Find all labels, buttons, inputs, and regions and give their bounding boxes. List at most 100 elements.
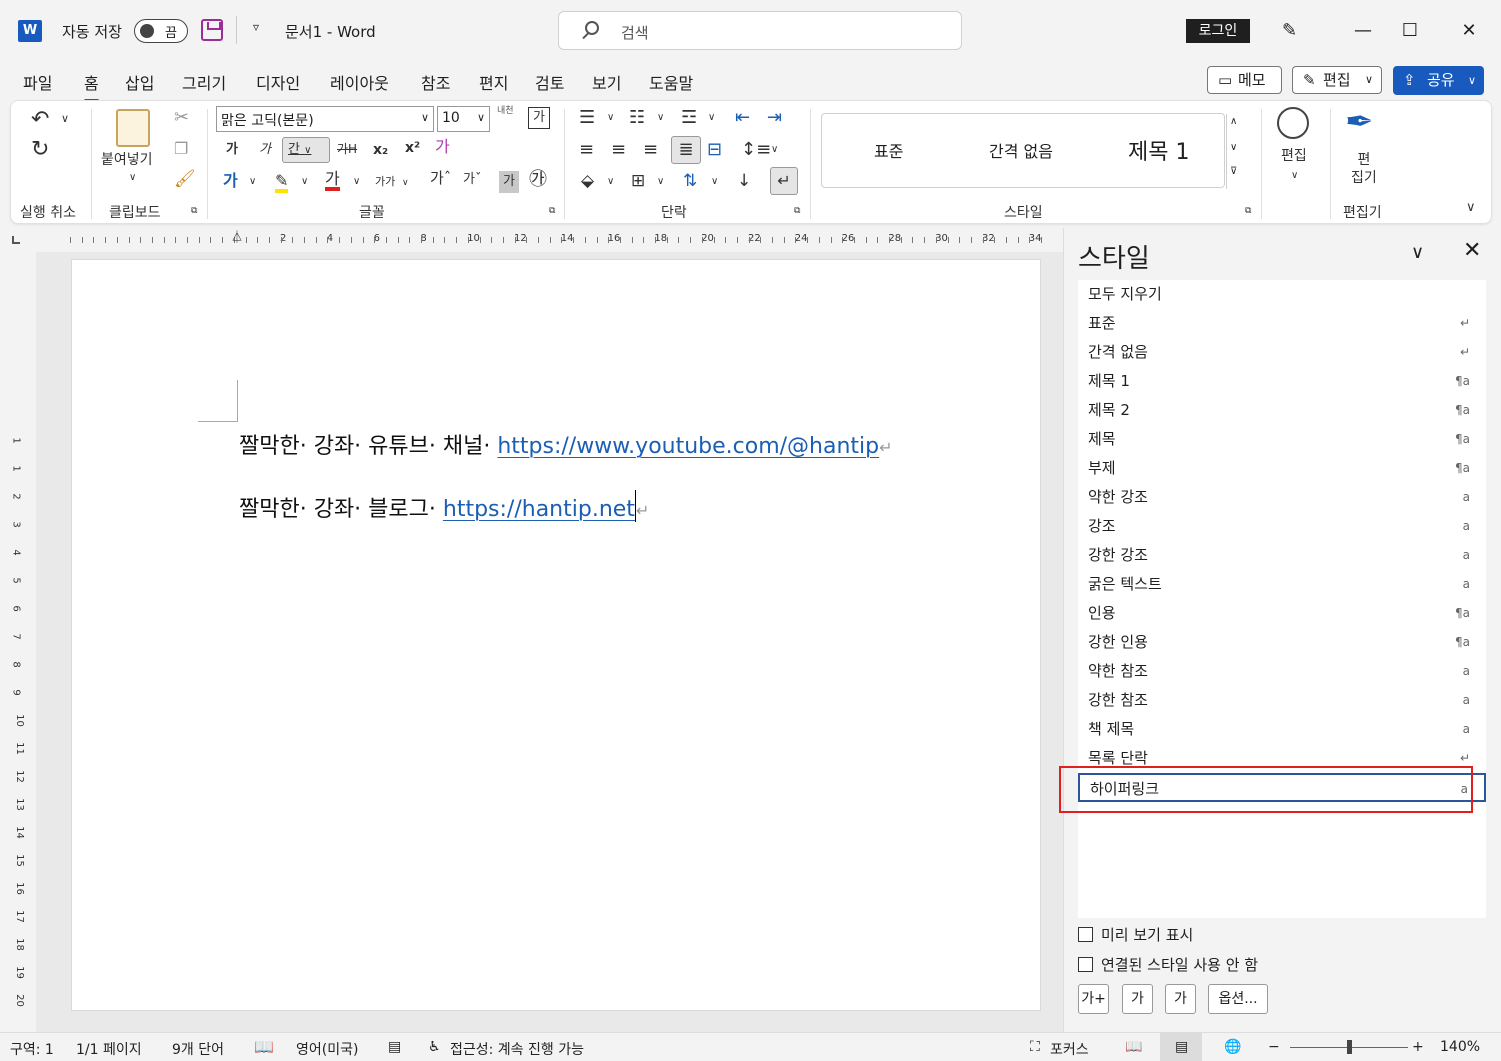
style-list-item[interactable]: 표준 ↵ [1078,309,1486,338]
close-icon[interactable]: ✕ [1463,238,1481,263]
show-marks-icon[interactable]: ↵ [770,167,798,195]
tab-references[interactable]: 참조 [421,70,450,94]
style-no-spacing[interactable]: 간격 없음 [989,138,1053,162]
find-icon[interactable] [1277,107,1309,139]
indent-marker-icon[interactable]: ⏃ [231,228,243,245]
increase-indent-icon[interactable]: ⇥ [767,109,782,127]
gallery-scroll[interactable]: ∧ ∨ ⊽ [1226,114,1244,189]
tab-layout[interactable]: 레이아웃 [330,70,389,94]
youtube-hyperlink[interactable]: https://www.youtube.com/@hantip [497,434,879,459]
tab-review[interactable]: 검토 [535,70,564,94]
manage-styles-button[interactable]: 가 [1165,984,1196,1014]
chevron-up-icon[interactable]: ∧ [1230,116,1237,127]
redo-icon[interactable]: ↻ [31,139,49,161]
style-list-item[interactable]: 강한 인용 ¶a [1078,628,1486,657]
grow-font-icon[interactable]: 가ˆ [430,171,451,186]
style-list-item[interactable]: 제목 ¶a [1078,425,1486,454]
paragraph-1[interactable]: 짤막한· 강좌· 유튜브· 채널· https://www.youtube.co… [239,428,893,460]
bold-icon[interactable]: 가 [226,143,238,156]
sort-icon[interactable]: ↓ [737,173,751,190]
maximize-button[interactable]: ☐ [1387,16,1433,46]
paragraph-2[interactable]: 짤막한· 강좌· 블로그· https://hantip.net↵ [239,490,649,523]
shrink-font-icon[interactable]: 가ˇ [463,173,481,186]
style-list-item[interactable]: 모두 지우기 [1078,280,1486,309]
disable-linked-styles-checkbox[interactable]: 연결된 스타일 사용 안 함 [1078,954,1258,975]
style-list-item[interactable]: 약한 참조 a [1078,657,1486,686]
chevron-down-icon[interactable]: ∨ [1411,242,1424,263]
accessibility-status[interactable]: 접근성: 계속 진행 가능 [450,1039,584,1059]
text-effects-icon[interactable]: 가 [223,173,238,189]
editor-label[interactable]: 편 집기 [1351,151,1377,187]
style-list-item[interactable]: 부제 ¶a [1078,454,1486,483]
tab-insert[interactable]: 삽입 [125,70,154,94]
login-button[interactable]: 로그인 [1186,19,1250,43]
chevron-down-icon[interactable]: ∨ [1291,171,1298,181]
justify-icon[interactable]: ≣ [671,136,701,164]
style-list-item[interactable]: 제목 2 ¶a [1078,396,1486,425]
style-normal[interactable]: 표준 [874,138,903,162]
align-center-icon[interactable]: ≡ [611,141,626,159]
save-icon[interactable] [201,19,223,41]
chevron-down-icon[interactable]: ∨ [301,177,308,187]
distributed-icon[interactable]: ⊟ [707,141,722,159]
strikethrough-icon[interactable]: 가H [337,143,357,155]
font-name-select[interactable]: 맑은 고딕(본문) ∨ [216,106,434,132]
phonetic-guide-icon[interactable]: 내천 [497,107,514,116]
style-list-item[interactable]: 간격 없음 ↵ [1078,338,1486,367]
enclose-chars-icon[interactable]: ㉮ [529,171,547,189]
align-left-icon[interactable]: ≡ [579,141,594,159]
blog-hyperlink[interactable]: https://hantip.net [443,497,635,522]
line-spacing-icon[interactable]: ↕≡ [741,141,771,159]
editor-icon[interactable]: ✒ [1345,105,1374,139]
new-style-button[interactable]: 가+ [1078,984,1109,1014]
cut-icon[interactable]: ✂ [174,109,189,127]
proofing-icon[interactable]: 📖 [254,1037,274,1056]
tab-view[interactable]: 보기 [592,70,621,94]
search-box[interactable]: 검색 [558,11,962,50]
italic-icon[interactable]: 가 [259,143,271,156]
options-button[interactable]: 옵션... [1208,984,1268,1014]
minimize-button[interactable]: — [1340,16,1386,46]
tab-file[interactable]: 파일 [23,70,52,94]
style-list-item[interactable]: 인용 ¶a [1078,599,1486,628]
dialog-launcher-icon[interactable]: ⧉ [1245,207,1251,216]
editing-mode-button[interactable]: ✎ 편집 ∨ [1292,66,1382,94]
copy-icon[interactable]: ❐ [174,141,188,157]
copilot-pen-icon[interactable]: ✎ [1282,20,1297,41]
zoom-out-button[interactable]: − [1268,1039,1280,1055]
chevron-down-icon[interactable]: ∨ [353,177,360,187]
align-right-icon[interactable]: ≡ [643,141,658,159]
tab-design[interactable]: 디자인 [256,70,300,94]
customize-qat-icon[interactable]: ▿ [253,20,259,34]
ribbon-collapse-icon[interactable]: ∨ [1466,201,1476,214]
paste-icon[interactable] [116,109,150,147]
tab-mailings[interactable]: 편지 [479,70,508,94]
print-layout-icon[interactable]: ▤ [1175,1039,1188,1055]
subscript-icon[interactable]: x₂ [373,143,388,157]
font-color-icon[interactable]: 가 [325,171,340,191]
word-count[interactable]: 9개 단어 [172,1039,224,1059]
style-list-item[interactable]: 책 제목 a [1078,715,1486,744]
focus-icon[interactable]: ⛶ [1030,1039,1040,1055]
decrease-indent-icon[interactable]: ⇤ [735,109,750,127]
read-mode-icon[interactable]: 📖 [1125,1039,1142,1055]
underline-button[interactable]: 간 ∨ [282,137,330,163]
page-indicator[interactable]: 1/1 페이지 [76,1039,142,1059]
chevron-down-icon[interactable]: ∨ [61,113,69,124]
chevron-down-icon[interactable]: ∨ [129,173,136,183]
style-list-item[interactable]: 약한 강조 a [1078,483,1486,512]
find-label[interactable]: 편집 [1281,149,1307,163]
style-list-item[interactable]: 강한 참조 a [1078,686,1486,715]
borders-icon[interactable]: ⊞ [631,173,645,190]
focus-mode-button[interactable]: 포커스 [1050,1039,1089,1059]
clear-formatting-icon[interactable]: 가 [435,139,450,155]
autosave-toggle[interactable]: 끔 [134,19,188,43]
highlight-color-icon[interactable]: ✎ [275,173,289,193]
section-indicator[interactable]: 구역: 1 [10,1039,54,1059]
chevron-down-icon[interactable]: ∨ [711,177,718,187]
multilevel-list-icon[interactable]: ☲ [681,109,697,127]
undo-icon[interactable]: ↶ [31,109,49,131]
chevron-down-icon[interactable]: ∨ [249,177,256,187]
language-indicator[interactable]: 영어(미국) [296,1039,358,1059]
char-shading-icon[interactable]: 가 [499,171,519,193]
